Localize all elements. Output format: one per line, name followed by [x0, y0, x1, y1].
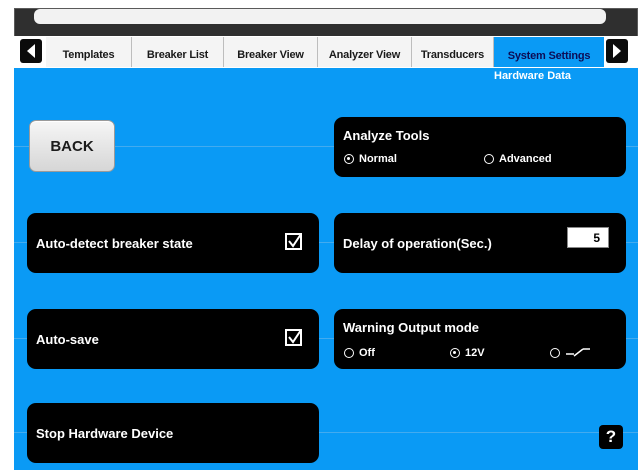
arrow-right-icon	[613, 44, 621, 58]
contact-switch-icon	[566, 348, 590, 357]
auto-detect-checkbox[interactable]	[285, 233, 302, 250]
warning-output-title: Warning Output mode	[343, 320, 479, 335]
check-icon	[288, 329, 302, 344]
radio-label: Normal	[359, 153, 397, 165]
radio-label: 12V	[465, 347, 485, 359]
tab-scroll-right-button[interactable]	[606, 39, 628, 63]
analyze-normal-radio[interactable]: Normal	[344, 153, 397, 165]
title-bar	[34, 9, 606, 24]
help-button[interactable]: ?	[599, 425, 623, 449]
tab-breaker-view[interactable]: Breaker View	[224, 37, 318, 67]
analyze-tools-title: Analyze Tools	[343, 128, 430, 143]
delay-label: Delay of operation(Sec.)	[343, 236, 492, 251]
delay-panel: Delay of operation(Sec.) 5	[334, 213, 626, 273]
warning-off-radio[interactable]: Off	[344, 347, 375, 359]
warning-output-panel: Warning Output mode Off 12V	[334, 309, 626, 369]
radio-unselected-icon	[550, 348, 560, 358]
radio-label: Advanced	[499, 153, 552, 165]
sub-page-label: Hardware Data	[494, 70, 572, 82]
radio-unselected-icon	[484, 154, 494, 164]
analyze-advanced-radio[interactable]: Advanced	[484, 153, 552, 165]
auto-save-label: Auto-save	[36, 332, 99, 347]
auto-detect-panel: Auto-detect breaker state	[27, 213, 319, 273]
tab-analyzer-view[interactable]: Analyzer View	[318, 37, 412, 67]
auto-detect-label: Auto-detect breaker state	[36, 236, 193, 251]
check-icon	[288, 233, 302, 248]
tab-scroll-left-button[interactable]	[20, 39, 42, 63]
radio-unselected-icon	[344, 348, 354, 358]
analyze-tools-panel: Analyze Tools Normal Advanced	[334, 117, 626, 177]
tab-strip: Templates Breaker List Breaker View Anal…	[14, 36, 638, 68]
stop-hardware-button[interactable]: Stop Hardware Device	[27, 403, 319, 463]
warning-12v-radio[interactable]: 12V	[450, 347, 485, 359]
auto-save-panel: Auto-save	[27, 309, 319, 369]
tab-transducers[interactable]: Transducers	[412, 37, 494, 67]
delay-input[interactable]: 5	[567, 227, 609, 248]
tab-system-settings[interactable]: System Settings	[494, 37, 604, 67]
radio-selected-icon	[344, 154, 354, 164]
warning-contact-radio[interactable]	[550, 347, 591, 359]
auto-save-checkbox[interactable]	[285, 329, 302, 346]
radio-selected-icon	[450, 348, 460, 358]
back-button[interactable]: BACK	[29, 120, 115, 172]
stop-hardware-label: Stop Hardware Device	[36, 426, 174, 441]
tab-templates[interactable]: Templates	[46, 37, 132, 67]
arrow-left-icon	[27, 44, 35, 58]
radio-label: Off	[359, 347, 375, 359]
tab-breaker-list[interactable]: Breaker List	[132, 37, 224, 67]
